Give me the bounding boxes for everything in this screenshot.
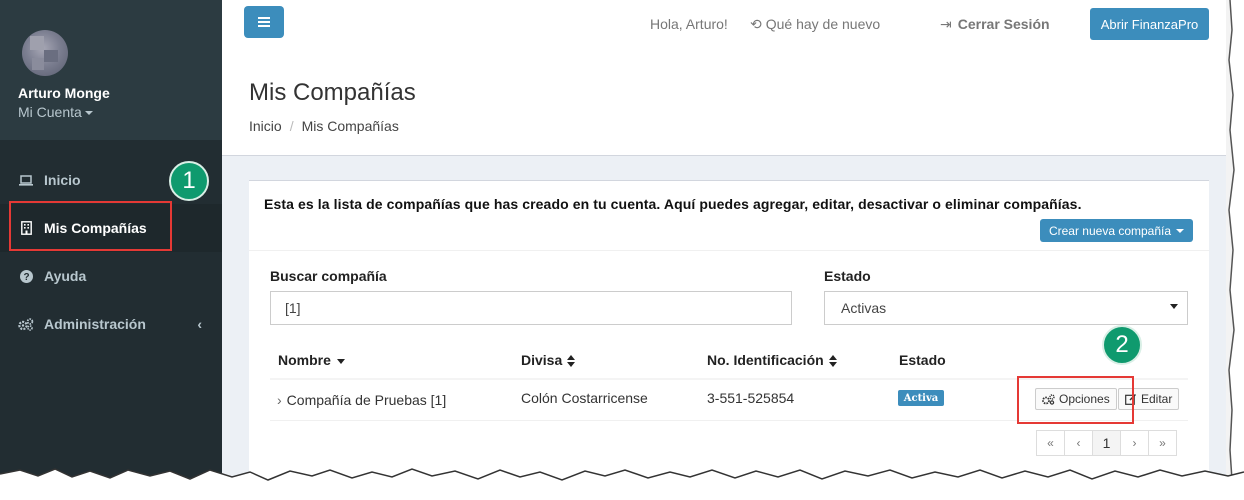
step-badge-2: 2 — [1102, 325, 1142, 365]
sidebar-toggle-button[interactable] — [244, 6, 284, 38]
highlight-box-step2 — [1017, 376, 1134, 424]
status-badge: Activa — [898, 390, 944, 406]
status-select[interactable]: Activas — [824, 291, 1188, 325]
open-finanzapro-button[interactable]: Abrir FinanzaPro — [1090, 8, 1209, 40]
gears-icon — [18, 317, 34, 331]
page-title: Mis Compañías — [249, 79, 416, 106]
pagination-prev[interactable]: ‹ — [1064, 430, 1093, 456]
bullhorn-icon: ⟲ — [750, 16, 762, 32]
user-name: Arturo Monge — [18, 85, 110, 101]
pagination-current[interactable]: 1 — [1092, 430, 1121, 456]
search-label: Buscar compañía — [270, 268, 387, 284]
column-label: Nombre — [278, 352, 331, 368]
divider — [249, 250, 1209, 251]
sidebar-item-label: Administración — [44, 316, 146, 332]
laptop-icon — [18, 174, 34, 186]
greeting-text: Hola, Arturo! — [650, 16, 728, 32]
step-badge-1: 1 — [169, 161, 209, 201]
column-header-divisa[interactable]: Divisa — [521, 352, 576, 368]
avatar[interactable] — [22, 30, 68, 76]
sidebar-item-label: Inicio — [44, 172, 81, 188]
svg-text:?: ? — [23, 272, 29, 283]
sort-icon — [567, 355, 576, 368]
logout-link[interactable]: ⇥ Cerrar Sesión — [940, 16, 1050, 33]
pagination-next[interactable]: › — [1120, 430, 1149, 456]
create-company-label: Crear nueva compañía — [1048, 223, 1172, 238]
logout-label: Cerrar Sesión — [957, 16, 1050, 32]
breadcrumb-current: Mis Compañías — [301, 118, 399, 134]
caret-down-icon — [84, 111, 93, 116]
status-select-value: Activas — [841, 300, 887, 316]
column-label: Divisa — [521, 352, 563, 368]
search-input[interactable]: [1] — [270, 291, 792, 325]
cell-currency: Colón Costarricense — [521, 390, 648, 406]
column-header-estado: Estado — [899, 352, 946, 368]
sidebar-item-label: Ayuda — [44, 268, 87, 284]
highlight-box-step1 — [9, 201, 172, 251]
torn-edge-right — [1226, 0, 1244, 480]
chevron-left-icon[interactable]: ‹ — [197, 316, 202, 332]
sort-desc-icon — [336, 358, 345, 364]
pagination-last[interactable]: » — [1148, 430, 1177, 456]
breadcrumb-home[interactable]: Inicio — [249, 118, 282, 134]
caret-down-icon — [1176, 228, 1185, 233]
user-account-menu[interactable]: Mi Cuenta — [18, 104, 93, 120]
hamburger-icon — [258, 17, 270, 27]
pagination-first[interactable]: « — [1036, 430, 1065, 456]
user-panel: Arturo Monge Mi Cuenta — [0, 0, 222, 140]
breadcrumb: Inicio / Mis Compañías — [249, 118, 399, 134]
edit-label: Editar — [1141, 392, 1173, 406]
pagination: « ‹ 1 › » — [1036, 430, 1177, 456]
cell-company-name: Compañía de Pruebas [1] — [286, 392, 447, 408]
column-label: No. Identificación — [707, 352, 824, 368]
select-arrow-icon — [1170, 304, 1178, 309]
sort-icon — [828, 355, 837, 368]
column-header-nombre[interactable]: Nombre — [278, 352, 345, 368]
sidebar-item-ayuda[interactable]: ? Ayuda — [0, 252, 222, 300]
sidebar-item-administracion[interactable]: Administración ‹ — [0, 300, 222, 348]
box-description: Esta es la lista de compañías que has cr… — [264, 196, 1082, 212]
whats-new-link[interactable]: ⟲ Qué hay de nuevo — [750, 16, 880, 33]
question-icon: ? — [18, 269, 34, 283]
user-account-label: Mi Cuenta — [18, 104, 82, 120]
column-header-identificacion[interactable]: No. Identificación — [707, 352, 837, 368]
logout-icon: ⇥ — [940, 16, 952, 32]
expand-chevron-icon[interactable]: › — [277, 392, 282, 408]
table-row[interactable]: › Compañía de Pruebas [1] — [277, 392, 446, 408]
create-company-button[interactable]: Crear nueva compañía — [1040, 219, 1193, 242]
cell-identification: 3-551-525854 — [707, 390, 795, 406]
torn-edge-bottom — [0, 468, 1244, 500]
status-filter-label: Estado — [824, 268, 871, 284]
whats-new-label: Qué hay de nuevo — [765, 16, 881, 32]
